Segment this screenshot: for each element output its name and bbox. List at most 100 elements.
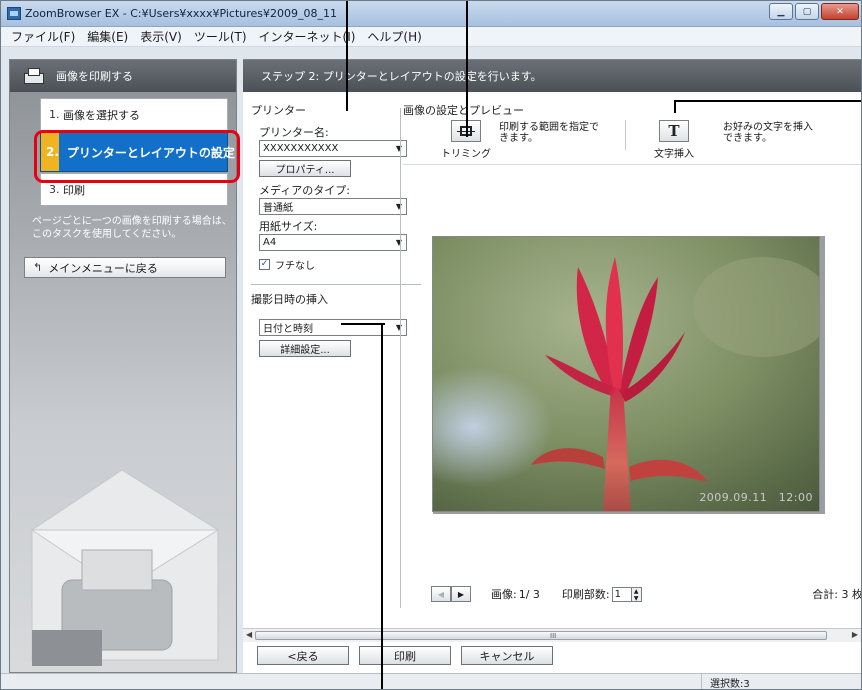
task-description: ページごとに一つの画像を印刷する場合は、このタスクを使用してください。: [32, 216, 232, 240]
insert-text-description-1: お好みの文字を挿入: [723, 122, 813, 133]
date-insert-value: 日付と時刻: [263, 324, 313, 335]
menu-view[interactable]: 表示(V): [134, 28, 188, 45]
properties-button[interactable]: プロパティ...: [259, 160, 351, 177]
printer-paper: [81, 549, 153, 591]
step-header: ステップ 2: プリンターとレイアウトの設定を行います。: [243, 60, 861, 92]
return-arrow-icon: ↰: [33, 261, 43, 274]
text-icon: T: [668, 122, 680, 140]
printer-section-title: プリンター: [251, 104, 306, 117]
printer-name-value: XXXXXXXXXXX: [263, 143, 339, 154]
close-icon: ✕: [836, 6, 844, 17]
status-bar: 選択数:3: [1, 673, 861, 689]
media-type-label: メディアのタイプ:: [259, 184, 350, 197]
menu-help[interactable]: ヘルプ(H): [361, 28, 427, 45]
copies-label: 印刷部数:: [561, 588, 610, 601]
highlight-ring: [34, 130, 240, 183]
date-section-title: 撮影日時の挿入: [251, 293, 328, 306]
paper-size-label: 用紙サイズ:: [259, 220, 318, 233]
chevron-down-icon: ▼: [395, 323, 402, 332]
window-controls: ▁ ▢ ✕: [769, 3, 859, 20]
printer-settings: プリンター プリンター名: XXXXXXXXXXX ▼ プロパティ... メディ…: [251, 102, 421, 357]
printer-name-label: プリンター名:: [259, 126, 329, 139]
preview-section: 画像の設定とプレビュー トリミング 印刷する範囲を指定で きます。 T 文字挿入…: [403, 102, 861, 165]
media-type-select[interactable]: 普通紙 ▼: [259, 198, 407, 215]
photo-date-stamp: 2009.09.11 12:00: [699, 491, 813, 504]
title-bar: ZoomBrowser EX - C:¥Users¥xxxx¥Pictures¥…: [1, 1, 861, 27]
step-number: 1.: [49, 108, 60, 121]
borderless-option[interactable]: ✓ フチなし: [259, 257, 401, 272]
trimming-caption: トリミング: [441, 149, 491, 160]
date-insert-select[interactable]: 日付と時刻 ▼: [259, 319, 407, 336]
borderless-checkbox[interactable]: ✓: [259, 259, 270, 270]
insert-text-caption: 文字挿入: [654, 149, 694, 160]
task-title: 画像を印刷する: [56, 70, 133, 83]
minimize-button[interactable]: ▁: [769, 3, 793, 20]
minimize-icon: ▁: [777, 6, 785, 17]
image-counter-label: 画像:: [491, 588, 517, 601]
maximize-icon: ▢: [802, 6, 812, 17]
preview-tools: トリミング 印刷する範囲を指定で きます。 T 文字挿入 お好みの文字を挿入 で…: [433, 118, 861, 160]
back-button[interactable]: <戻る: [257, 646, 349, 665]
window-title: ZoomBrowser EX - C:¥Users¥xxxx¥Pictures¥…: [25, 7, 338, 20]
main-menu-button[interactable]: ↰ メインメニューに戻る: [24, 257, 226, 278]
trimming-description-2: きます。: [499, 133, 538, 144]
menu-file[interactable]: ファイル(F): [5, 28, 81, 45]
menu-tools[interactable]: ツール(T): [188, 28, 253, 45]
next-page-button[interactable]: ▶: [451, 586, 471, 602]
triangle-right-icon: ▶: [457, 589, 465, 599]
media-type-value: 普通紙: [263, 203, 293, 214]
section-divider: [251, 284, 421, 285]
insert-text-button[interactable]: T: [659, 120, 689, 142]
task-header: 画像を印刷する: [10, 60, 236, 92]
page-navigation: ◀ ▶ 画像: 1/ 3 印刷部数: 1 ▲ ▼ 合計: 3 枚: [431, 584, 862, 604]
paper-size-value: A4: [263, 237, 277, 248]
panel-divider: [400, 108, 401, 608]
prev-page-button[interactable]: ◀: [431, 586, 451, 602]
borderless-label: フチなし: [275, 261, 315, 272]
chevron-down-icon: ▼: [395, 202, 402, 211]
step-label: 画像を選択する: [63, 108, 140, 122]
step-number: 3.: [49, 183, 60, 196]
chevron-down-icon: ▼: [395, 238, 402, 247]
horizontal-scrollbar[interactable]: ◀ III ▶: [243, 628, 861, 642]
photo-image: [433, 237, 819, 511]
maximize-button[interactable]: ▢: [795, 3, 819, 20]
print-button[interactable]: 印刷: [359, 646, 451, 665]
total-count: 合計: 3 枚: [812, 588, 862, 601]
scroll-thumb[interactable]: III: [255, 631, 827, 640]
chevron-down-icon: ▼: [395, 144, 402, 153]
callout-line: [341, 323, 385, 325]
scroll-left-icon[interactable]: ◀: [246, 630, 252, 639]
tool-separator: [625, 120, 626, 150]
scroll-right-icon[interactable]: ▶: [852, 630, 858, 639]
step-select-images[interactable]: 1. 画像を選択する: [40, 98, 228, 131]
callout-line: [346, 1, 348, 111]
callout-line: [381, 323, 383, 689]
callout-line: [674, 101, 676, 113]
selection-count: 選択数:3: [701, 674, 841, 689]
menu-bar: ファイル(F) 編集(E) 表示(V) ツール(T) インターネット(I) ヘル…: [1, 27, 861, 47]
detail-settings-button[interactable]: 詳細設定...: [259, 340, 351, 357]
preview-photo: 2009.09.11 12:00: [432, 236, 820, 512]
preview-divider: [403, 164, 861, 165]
printer-icon: [22, 67, 44, 85]
task-panel: 画像を印刷する 1. 画像を選択する 2. プリンターとレイアウトの設定 3. …: [9, 59, 240, 673]
cancel-button[interactable]: キャンセル: [461, 646, 553, 665]
callout-line: [466, 1, 468, 137]
scroll-grip: III: [550, 632, 557, 640]
printer-name-select[interactable]: XXXXXXXXXXX ▼: [259, 140, 407, 157]
paper-size-select[interactable]: A4 ▼: [259, 234, 407, 251]
wizard-buttons: <戻る 印刷 キャンセル: [257, 646, 553, 665]
menu-edit[interactable]: 編集(E): [81, 28, 134, 45]
insert-text-description-2: できます。: [723, 133, 772, 144]
preview-title: 画像の設定とプレビュー: [403, 104, 524, 117]
callout-line: [674, 100, 861, 102]
printer-shadow: [32, 630, 102, 666]
trimming-description-1: 印刷する範囲を指定で: [499, 122, 599, 133]
copies-input[interactable]: 1: [611, 586, 632, 602]
close-button[interactable]: ✕: [821, 3, 859, 20]
image-counter-value: 1/ 3: [518, 587, 540, 601]
printer-illustration: [30, 469, 220, 666]
settings-panel: ステップ 2: プリンターとレイアウトの設定を行います。 プリンター プリンター…: [243, 59, 862, 673]
copies-spinner[interactable]: ▲ ▼: [631, 586, 642, 602]
